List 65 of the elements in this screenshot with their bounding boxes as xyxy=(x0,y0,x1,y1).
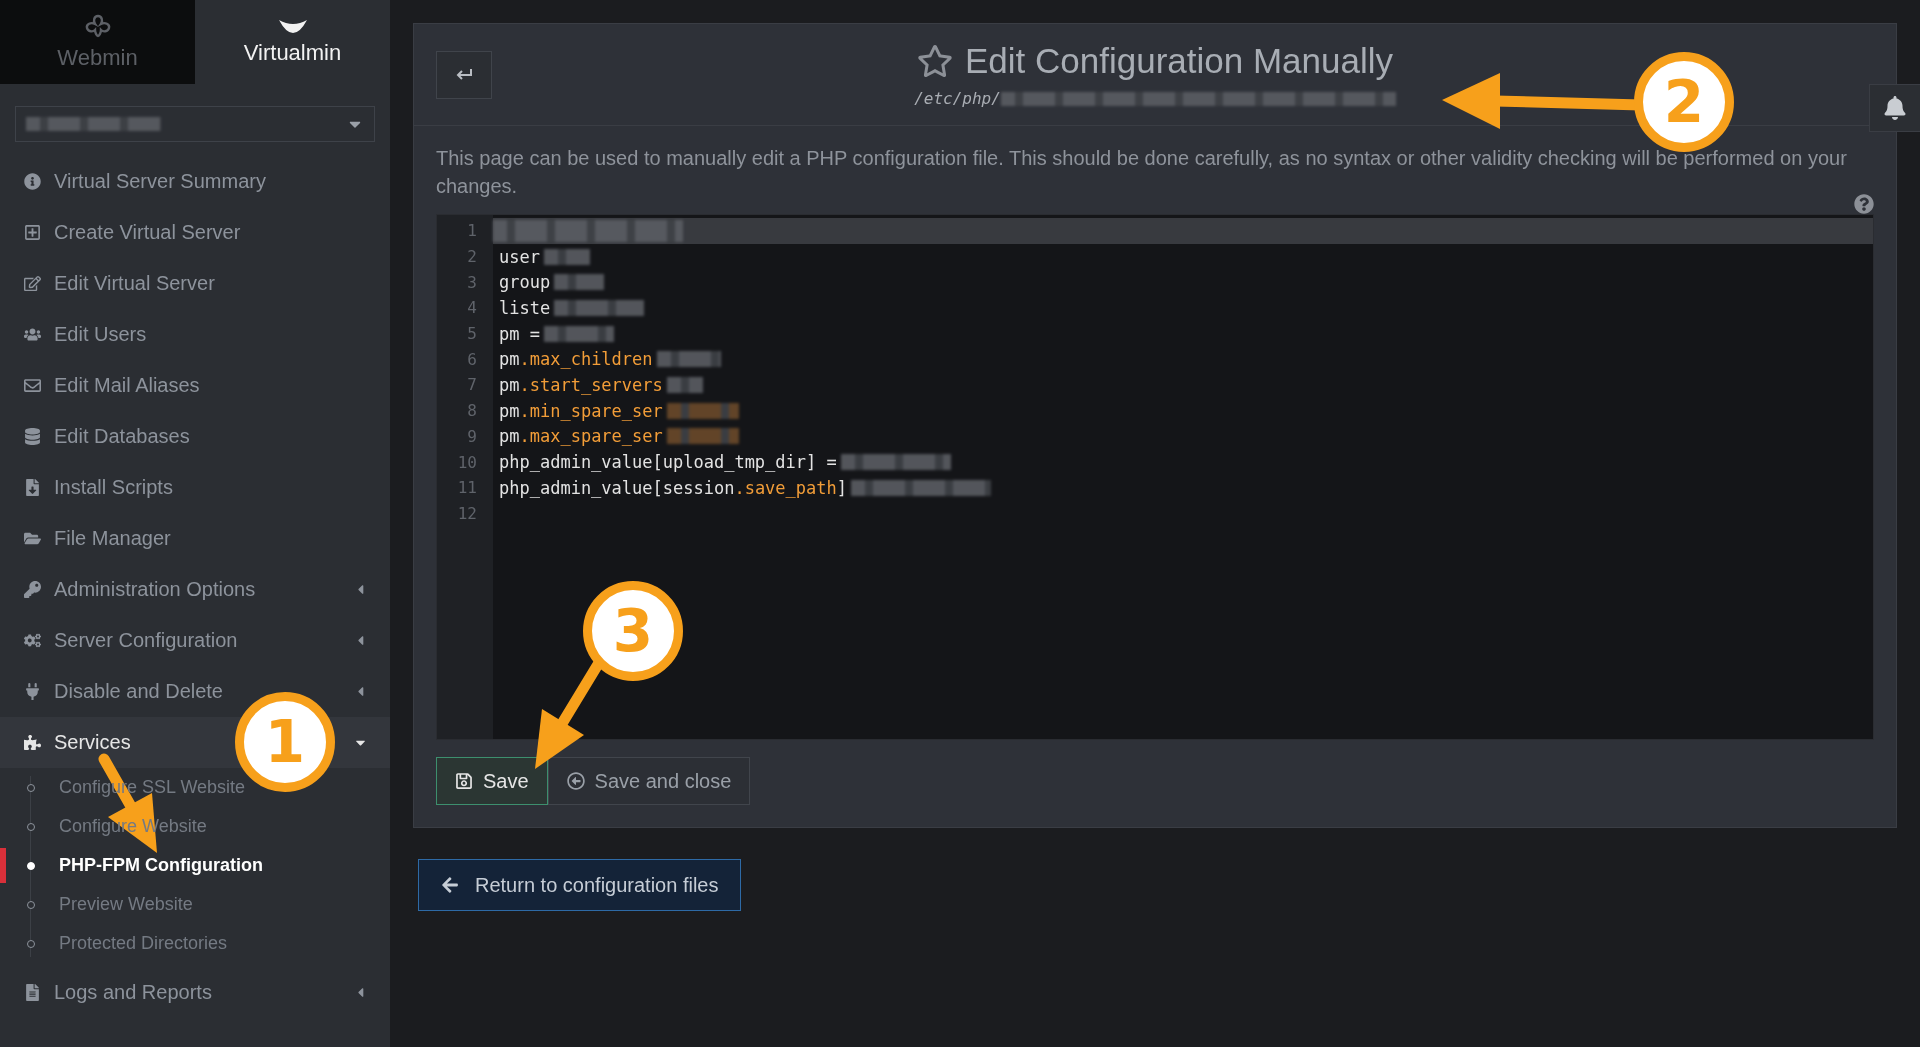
envelope-icon xyxy=(23,377,41,394)
notifications-button[interactable] xyxy=(1869,84,1920,132)
code-line: php_admin_value[session.save_path] xyxy=(498,477,847,498)
line-number: 1 xyxy=(466,221,478,241)
database-icon xyxy=(23,428,41,445)
gears-icon xyxy=(23,632,41,649)
line-number: 6 xyxy=(466,349,478,369)
puzzle-icon xyxy=(23,734,41,751)
product-tab[interactable]: Webmin xyxy=(0,0,195,84)
code-line: user xyxy=(498,246,540,267)
code-line: liste xyxy=(498,297,551,318)
line-number: 5 xyxy=(466,324,478,344)
bell-icon xyxy=(1883,96,1907,120)
save-close-button[interactable]: Save and close xyxy=(547,757,751,805)
line-number: 4 xyxy=(466,298,478,318)
code-line: pm = xyxy=(498,323,540,344)
code-line: pm.min_spare_ser xyxy=(498,400,663,421)
menu-item[interactable]: Disable and Delete xyxy=(0,666,390,717)
menu-item[interactable]: Server Configuration xyxy=(0,615,390,666)
back-button[interactable] xyxy=(436,50,492,99)
arrow-left-icon xyxy=(441,876,459,894)
return-arrow-icon xyxy=(455,67,473,82)
info-icon xyxy=(23,173,41,190)
circle-arrow-left-icon xyxy=(566,772,585,790)
menu-item[interactable]: Virtual Server Summary xyxy=(0,156,390,207)
menu-item[interactable]: Install Scripts xyxy=(0,462,390,513)
submenu-item[interactable]: PHP-FPM Configuration xyxy=(0,846,390,885)
users-icon xyxy=(23,326,41,343)
code-line: php_admin_value[upload_tmp_dir] = xyxy=(498,452,837,473)
code-line: pm.start_servers xyxy=(498,374,663,395)
code-line: pm.max_children xyxy=(498,349,653,370)
line-number: 9 xyxy=(466,426,478,446)
menu-item[interactable]: Edit Users xyxy=(0,309,390,360)
key-icon xyxy=(23,581,41,598)
code-line: pm.max_spare_ser xyxy=(498,426,663,447)
menu-item[interactable]: Logs and Reports xyxy=(0,967,390,1018)
line-number: 3 xyxy=(466,272,478,292)
webmin-logo-icon xyxy=(83,13,112,39)
return-button[interactable]: Return to configuration files xyxy=(418,859,742,911)
code-line: group xyxy=(498,272,551,293)
menu-item[interactable]: File Manager xyxy=(0,513,390,564)
menu-item[interactable]: Edit Virtual Server xyxy=(0,258,390,309)
submenu-item[interactable]: Preview Website xyxy=(0,885,390,924)
plug-icon xyxy=(23,683,41,700)
menu-item[interactable]: Administration Options xyxy=(0,564,390,615)
menu-item[interactable]: Create Virtual Server xyxy=(0,207,390,258)
file-path: /etc/php/ xyxy=(914,89,1001,108)
folder-icon xyxy=(23,530,41,547)
line-number: 10 xyxy=(456,452,478,472)
download-icon xyxy=(23,479,41,496)
line-number: 11 xyxy=(456,478,478,498)
line-number: 2 xyxy=(466,247,478,267)
menu-item[interactable]: Edit Databases xyxy=(0,411,390,462)
page-title: Edit Configuration Manually xyxy=(965,41,1393,81)
menu-item[interactable]: Edit Mail Aliases xyxy=(0,360,390,411)
line-number: 12 xyxy=(456,503,478,523)
star-icon[interactable] xyxy=(917,43,953,79)
virtualmin-logo-icon xyxy=(277,18,308,34)
help-icon[interactable] xyxy=(1854,194,1874,214)
edit-icon xyxy=(23,275,41,292)
save-button[interactable]: Save xyxy=(436,757,548,805)
line-number: 8 xyxy=(466,401,478,421)
submenu-item[interactable]: Protected Directories xyxy=(0,924,390,963)
document-icon xyxy=(23,984,41,1001)
line-number: 7 xyxy=(466,375,478,395)
